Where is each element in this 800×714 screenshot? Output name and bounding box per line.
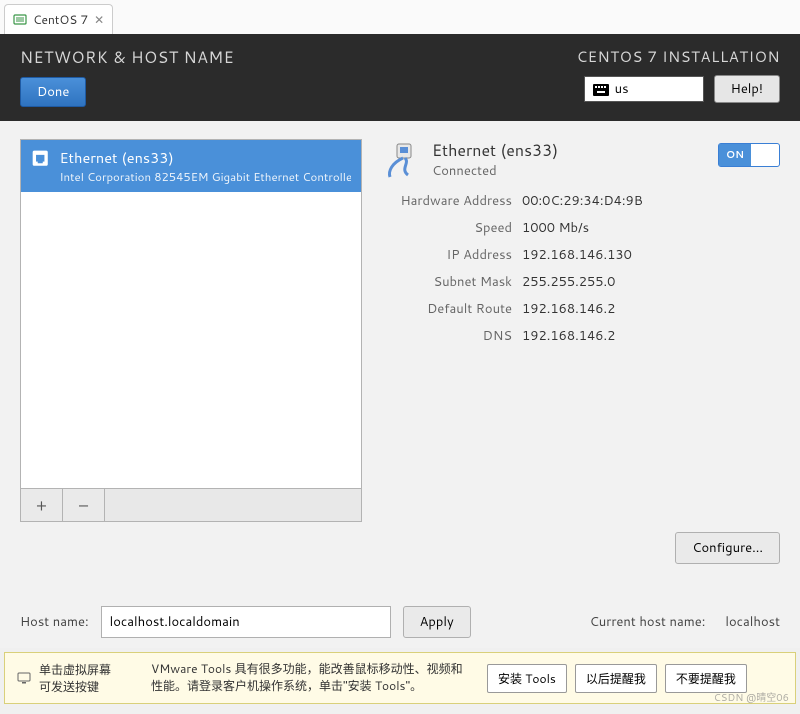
speed-value: 1000 Mb/s (522, 219, 589, 237)
speed-label: Speed (382, 219, 522, 237)
interface-list[interactable]: Ethernet (ens33) Intel Corporation 82545… (20, 139, 362, 489)
installer-header: NETWORK & HOST NAME Done CENTOS 7 INSTAL… (0, 34, 800, 121)
remind-later-button[interactable]: 以后提醒我 (575, 664, 657, 693)
vm-tab[interactable]: CentOS 7 ✕ (4, 4, 113, 34)
vmware-tools-bar: 单击虚拟屏幕 可发送按键 VMware Tools 具有很多功能，能改善鼠标移动… (4, 652, 796, 704)
remove-interface-button[interactable]: – (63, 489, 105, 521)
route-value: 192.168.146.2 (522, 300, 615, 318)
page-title: NETWORK & HOST NAME (20, 46, 234, 69)
connection-name: Ethernet (ens33) (432, 139, 558, 162)
interface-desc: Intel Corporation 82545EM Gigabit Ethern… (59, 168, 351, 185)
interface-name: Ethernet (ens33) (59, 147, 351, 168)
hwaddr-label: Hardware Address (382, 192, 522, 210)
install-tools-button[interactable]: 安装 Tools (487, 664, 567, 693)
installer-subtitle: CENTOS 7 INSTALLATION (577, 46, 780, 67)
toggle-label: ON (719, 144, 751, 166)
ethernet-icon (31, 149, 49, 171)
connection-toggle[interactable]: ON (718, 143, 780, 167)
watermark: CSDN @晴空06 (714, 689, 789, 705)
keyboard-layout-value: us (615, 80, 629, 98)
ip-value: 192.168.146.130 (522, 246, 632, 264)
tab-label: CentOS 7 (33, 11, 88, 28)
hostname-input[interactable] (101, 606, 391, 638)
connection-status: Connected (432, 162, 558, 180)
current-hostname-label: Current host name: (590, 613, 706, 631)
configure-button[interactable]: Configure... (675, 532, 780, 564)
dns-value: 192.168.146.2 (522, 327, 615, 345)
screen-icon (17, 671, 31, 685)
vm-message: VMware Tools 具有很多功能，能改善鼠标移动性、视频和性能。请登录客户… (151, 661, 471, 695)
ethernet-large-icon (382, 141, 420, 179)
close-icon[interactable]: ✕ (94, 11, 104, 28)
add-interface-button[interactable]: + (21, 489, 63, 521)
hostname-label: Host name: (20, 613, 89, 631)
hwaddr-value: 00:0C:29:34:D4:9B (522, 192, 643, 210)
done-button[interactable]: Done (20, 77, 86, 107)
current-hostname-value: localhost (725, 613, 780, 631)
keyboard-layout-indicator[interactable]: us (584, 76, 704, 102)
vm-hint: 单击虚拟屏幕 可发送按键 (39, 661, 111, 695)
vm-icon (13, 13, 27, 27)
mask-value: 255.255.255.0 (522, 273, 615, 291)
keyboard-icon (593, 83, 609, 95)
ip-label: IP Address (382, 246, 522, 264)
mask-label: Subnet Mask (382, 273, 522, 291)
route-label: Default Route (382, 300, 522, 318)
help-button[interactable]: Help! (714, 75, 780, 103)
dns-label: DNS (382, 327, 522, 345)
apply-button[interactable]: Apply (403, 606, 471, 638)
interface-item[interactable]: Ethernet (ens33) Intel Corporation 82545… (21, 140, 361, 192)
